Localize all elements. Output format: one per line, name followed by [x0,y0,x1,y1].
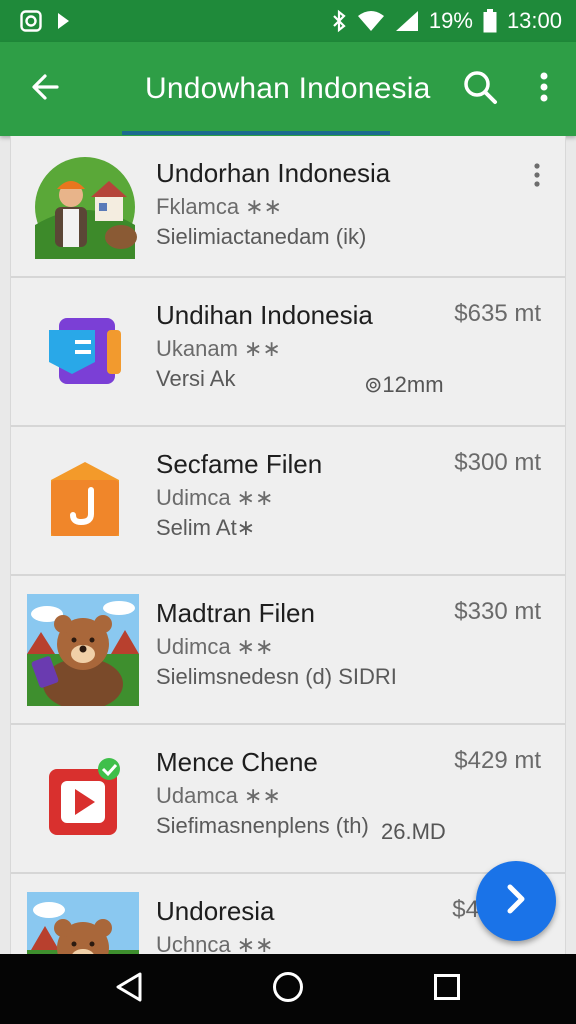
app-price: $330 mt [454,598,541,625]
app-list: Undorhan Indonesia Fklamca ∗∗ Sielimiact… [10,136,566,954]
app-subtitle: Ukanam ∗∗ [156,336,281,361]
app-meta: Sielimsnedesn (d) SIDRI [156,664,397,689]
app-size: 26.MD [381,819,446,844]
home-circle-icon [272,971,304,1008]
list-item[interactable]: Undihan Indonesia Ukanam ∗∗ Versi Ak $63… [11,278,565,427]
search-icon [462,69,498,110]
back-button[interactable] [0,42,90,136]
more-vert-icon [539,72,549,107]
app-thumbnail [29,151,141,263]
app-thumbnail [29,445,141,557]
app-price: $429 mt [454,747,541,774]
app-subtitle: Udimca ∗∗ [156,485,274,510]
list-item[interactable]: Undorhan Indonesia Fklamca ∗∗ Sielimiact… [11,136,565,278]
page-title: Undowhan Indonesia [145,72,431,105]
clock: 13:00 [506,8,562,33]
app-bar: Undowhan Indonesia [0,42,576,136]
list-item[interactable]: Madtran Filen Udimca ∗∗ Sielimsnedesn (d… [11,576,565,725]
bluetooth-icon [331,9,347,33]
item-more-button[interactable] [527,162,547,192]
wifi-icon [357,10,385,32]
app-subtitle: Uchnca ∗∗ [156,932,274,954]
list-item[interactable]: Mence Chene Udamca ∗∗ Siefimasnenplens (… [11,725,565,874]
app-price: $635 mt [454,300,541,327]
app-size: ⊚12mm [364,372,444,397]
app-meta: Versi Ak [156,366,236,391]
play-icon [56,11,70,31]
app-subtitle: Udimca ∗∗ [156,634,274,659]
back-triangle-icon [114,971,144,1008]
app-thumbnail [29,743,141,855]
signal-icon [395,10,419,32]
tab-indicator [122,131,390,135]
app-thumbnail [29,296,141,408]
app-subtitle: Fklamca ∗∗ [156,194,283,219]
nav-back-button[interactable] [89,954,169,1024]
app-thumbnail [27,594,139,706]
nav-home-button[interactable] [248,954,328,1024]
system-nav-bar [0,954,576,1024]
status-bar: 19% 13:00 [0,0,576,42]
more-vert-icon [533,162,541,192]
app-meta: Selim At∗ [156,515,256,540]
chevron-right-icon [502,882,530,921]
app-name: Undorhan Indonesia [156,158,391,188]
app-meta: Siefimasnenplens (th) [156,813,369,838]
app-price: $4 [452,896,479,923]
app-subtitle: Udamca ∗∗ [156,783,281,808]
app-thumbnail [27,892,139,954]
list-item[interactable]: Secfame Filen Udimca ∗∗ Selim At∗ $300 m… [11,427,565,576]
battery-percent: 19% [428,8,473,33]
next-fab-button[interactable] [476,861,556,941]
app-price: $300 mt [454,449,541,476]
recents-square-icon [433,973,461,1006]
back-arrow-icon [30,72,60,107]
app-meta: Sielimiactanedam (ik) [156,224,367,249]
battery-icon [483,9,497,33]
overflow-menu-button[interactable] [512,42,576,136]
nav-recents-button[interactable] [407,954,487,1024]
instagram-icon [20,10,42,32]
search-button[interactable] [448,42,512,136]
